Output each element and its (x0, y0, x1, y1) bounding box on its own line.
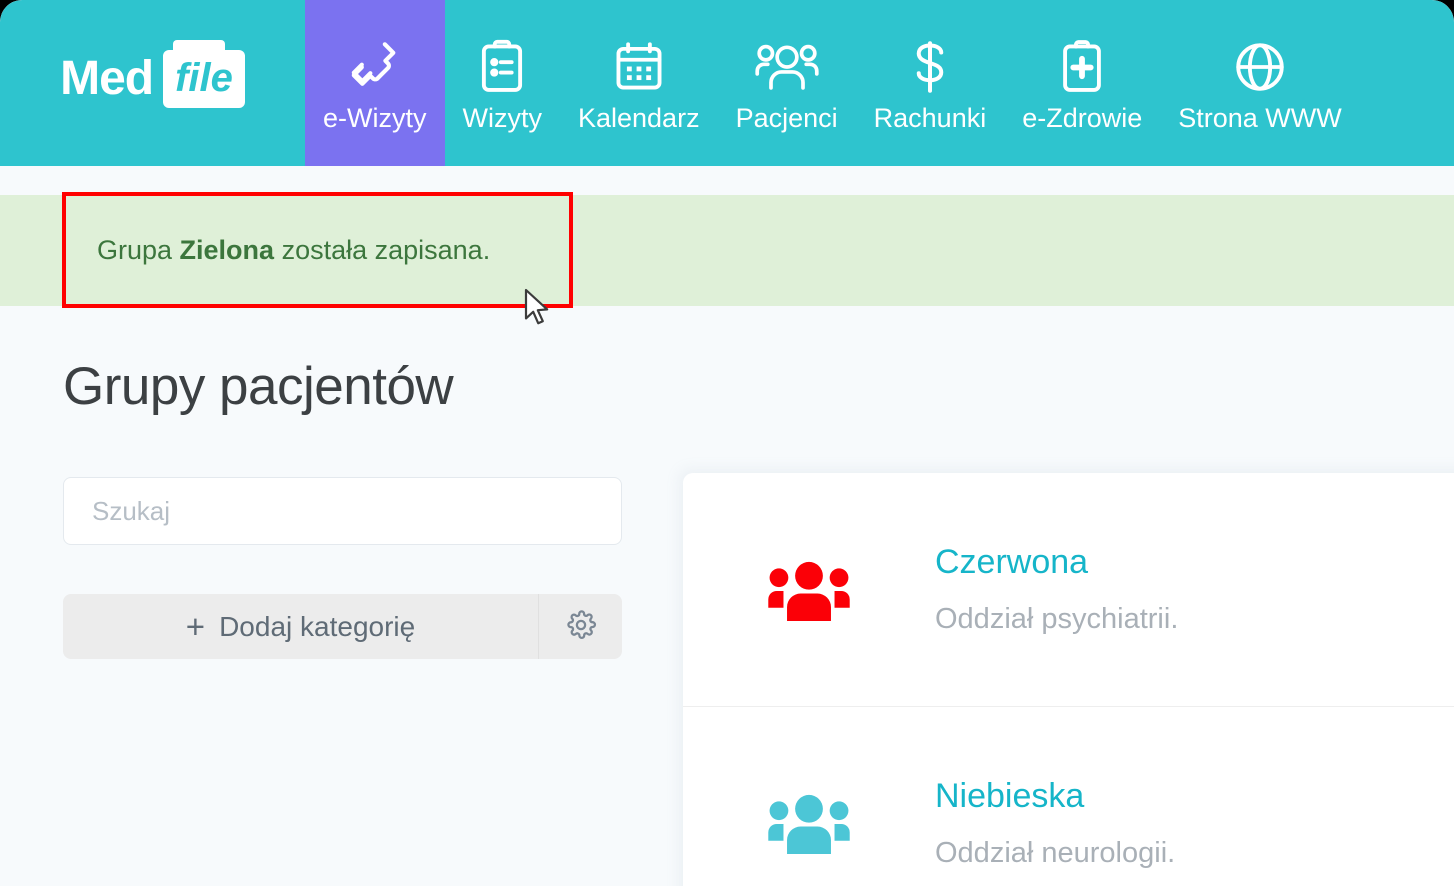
group-name[interactable]: Czerwona (935, 545, 1178, 579)
patient-groups-card: Czerwona Oddział psychiatrii. Niebieska … (683, 473, 1454, 886)
group-row-niebieska[interactable]: Niebieska Oddział neurologii. (683, 706, 1454, 886)
clipboard-plus-icon (1053, 35, 1111, 99)
gear-icon (565, 609, 597, 644)
page-title: Grupy pacjentów (63, 357, 454, 416)
brand-name-med: Med (60, 52, 154, 105)
globe-icon (1231, 35, 1289, 99)
group-description: Oddział neurologii. (935, 836, 1176, 869)
clipboard-list-icon (473, 35, 531, 99)
success-alert: Grupa Zielona została zapisana. (0, 195, 1454, 306)
nav-item-pacjenci[interactable]: Pacjenci (718, 0, 856, 166)
nav-item-wizyty[interactable]: Wizyty (445, 0, 560, 166)
dollar-icon (905, 35, 955, 99)
nav-item-strona-www[interactable]: Strona WWW (1160, 0, 1360, 166)
nav-label-kalendarz: Kalendarz (577, 102, 700, 133)
nav-label-rachunki: Rachunki (873, 102, 987, 133)
nav-item-kalendarz[interactable]: Kalendarz (560, 0, 718, 166)
alert-prefix: Grupa (97, 235, 180, 265)
search-input[interactable] (63, 477, 622, 545)
phone-call-icon (344, 35, 406, 99)
group-info: Niebieska Oddział neurologii. (935, 779, 1175, 868)
category-toolbar: + Dodaj kategorię (63, 594, 622, 659)
alert-suffix: została zapisana. (274, 235, 491, 265)
app-page: Med file e-Wizyty Wizyty Kalendarz Pacje… (0, 0, 1454, 886)
nav-item-e-zdrowie[interactable]: e-Zdrowie (1004, 0, 1160, 166)
group-name[interactable]: Niebieska (935, 779, 1175, 813)
top-navigation-bar: Med file e-Wizyty Wizyty Kalendarz Pacje… (0, 0, 1454, 166)
add-category-button[interactable]: + Dodaj kategorię (63, 594, 538, 659)
brand-folder-icon: file (163, 40, 245, 108)
group-row-czerwona[interactable]: Czerwona Oddział psychiatrii. (683, 473, 1454, 706)
calendar-icon (610, 35, 668, 99)
brand-logo[interactable]: Med file (0, 0, 305, 166)
nav-label-pacjenci: Pacjenci (735, 102, 838, 133)
group-info: Czerwona Oddział psychiatrii. (935, 545, 1178, 634)
nav-item-rachunki[interactable]: Rachunki (856, 0, 1005, 166)
group-description: Oddział psychiatrii. (935, 603, 1179, 635)
success-alert-text: Grupa Zielona została zapisana. (97, 235, 490, 266)
people-group-icon (683, 557, 935, 623)
people-group-icon (683, 790, 935, 856)
category-settings-button[interactable] (538, 594, 622, 659)
plus-icon: + (185, 608, 206, 645)
add-category-label: Dodaj kategorię (219, 610, 416, 642)
nav-label-e-zdrowie: e-Zdrowie (1022, 102, 1143, 133)
nav-label-wizyty: Wizyty (462, 102, 542, 133)
brand-name-file: file (175, 56, 233, 100)
alert-group-name: Zielona (179, 235, 275, 265)
nav-item-e-wizyty[interactable]: e-Wizyty (305, 0, 445, 166)
people-icon (754, 35, 819, 99)
nav-label-strona-www: Strona WWW (1178, 102, 1342, 133)
nav-label-e-wizyty: e-Wizyty (323, 102, 427, 133)
